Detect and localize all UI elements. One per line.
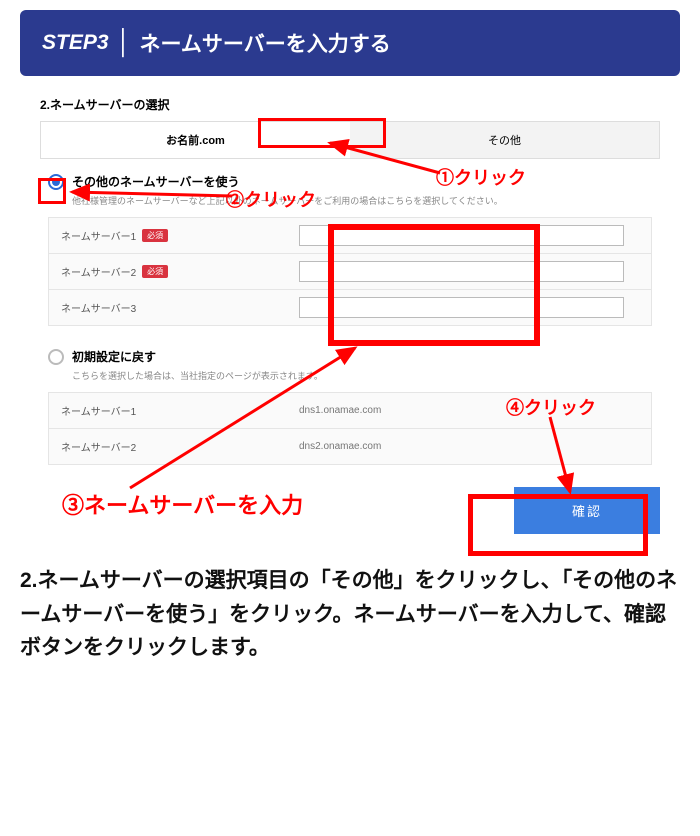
reset-ns2-value: dns2.onamae.com <box>289 435 651 458</box>
instruction-text: 2.ネームサーバーの選択項目の「その他」をクリックし、「その他のネームサーバーを… <box>20 564 680 665</box>
ns3-input[interactable] <box>299 297 624 318</box>
ns2-text: ネームサーバー2 <box>61 264 136 279</box>
option-other-radio-row[interactable]: その他のネームサーバーを使う <box>48 173 652 190</box>
ns-row-2: ネームサーバー2 必須 <box>49 254 651 290</box>
option-other-note: 他社様管理のネームサーバーなど上記以外のネームサーバーをご利用の場合はこちらを選… <box>72 194 652 207</box>
reset-ns2-label: ネームサーバー2 <box>49 429 289 464</box>
step-number: STEP3 <box>42 31 109 55</box>
ns-table-reset: ネームサーバー1 dns1.onamae.com ネームサーバー2 dns2.o… <box>48 392 652 465</box>
step-title: ネームサーバーを入力する <box>140 28 391 58</box>
step-header: STEP3 │ ネームサーバーを入力する <box>20 10 680 76</box>
tabs: お名前.com その他 <box>40 121 660 159</box>
option-reset-note: こちらを選択した場合は、当社指定のページが表示されます。 <box>72 369 652 382</box>
confirm-button[interactable]: 確認 <box>514 487 660 534</box>
reset-ns1-value: dns1.onamae.com <box>289 399 651 422</box>
ns2-input[interactable] <box>299 261 624 282</box>
reset-ns1-label: ネームサーバー1 <box>49 393 289 428</box>
reset-row-1: ネームサーバー1 dns1.onamae.com <box>49 393 651 429</box>
reset-row-2: ネームサーバー2 dns2.onamae.com <box>49 429 651 464</box>
tab-other[interactable]: その他 <box>350 122 659 158</box>
ns3-text: ネームサーバー3 <box>61 300 136 315</box>
ns1-text: ネームサーバー1 <box>61 228 136 243</box>
radio-icon-checked <box>48 174 64 190</box>
section-title: 2.ネームサーバーの選択 <box>40 96 660 113</box>
radio-icon-unchecked <box>48 349 64 365</box>
option-reset-block: 初期設定に戻す こちらを選択した場合は、当社指定のページが表示されます。 ネーム… <box>40 334 660 473</box>
separator-pipe: │ <box>117 29 132 57</box>
ns-label-2: ネームサーバー2 必須 <box>49 254 289 289</box>
option-other-label: その他のネームサーバーを使う <box>72 173 240 190</box>
option-reset-label: 初期設定に戻す <box>72 348 156 365</box>
required-badge-2: 必須 <box>142 265 168 278</box>
ns-label-1: ネームサーバー1 必須 <box>49 218 289 253</box>
ns-row-1: ネームサーバー1 必須 <box>49 218 651 254</box>
tab-onamae[interactable]: お名前.com <box>41 122 350 158</box>
ns-table-other: ネームサーバー1 必須 ネームサーバー2 必須 ネームサーバー3 <box>48 217 652 326</box>
required-badge: 必須 <box>142 229 168 242</box>
ns1-input[interactable] <box>299 225 624 246</box>
option-other-block: その他のネームサーバーを使う 他社様管理のネームサーバーなど上記以外のネームサー… <box>40 159 660 334</box>
screenshot-area: 2.ネームサーバーの選択 お名前.com その他 その他のネームサーバーを使う … <box>20 96 680 534</box>
ns-row-3: ネームサーバー3 <box>49 290 651 325</box>
option-reset-radio-row[interactable]: 初期設定に戻す <box>48 348 652 365</box>
confirm-wrap: 確認 <box>40 487 660 534</box>
ns-label-3: ネームサーバー3 <box>49 290 289 325</box>
